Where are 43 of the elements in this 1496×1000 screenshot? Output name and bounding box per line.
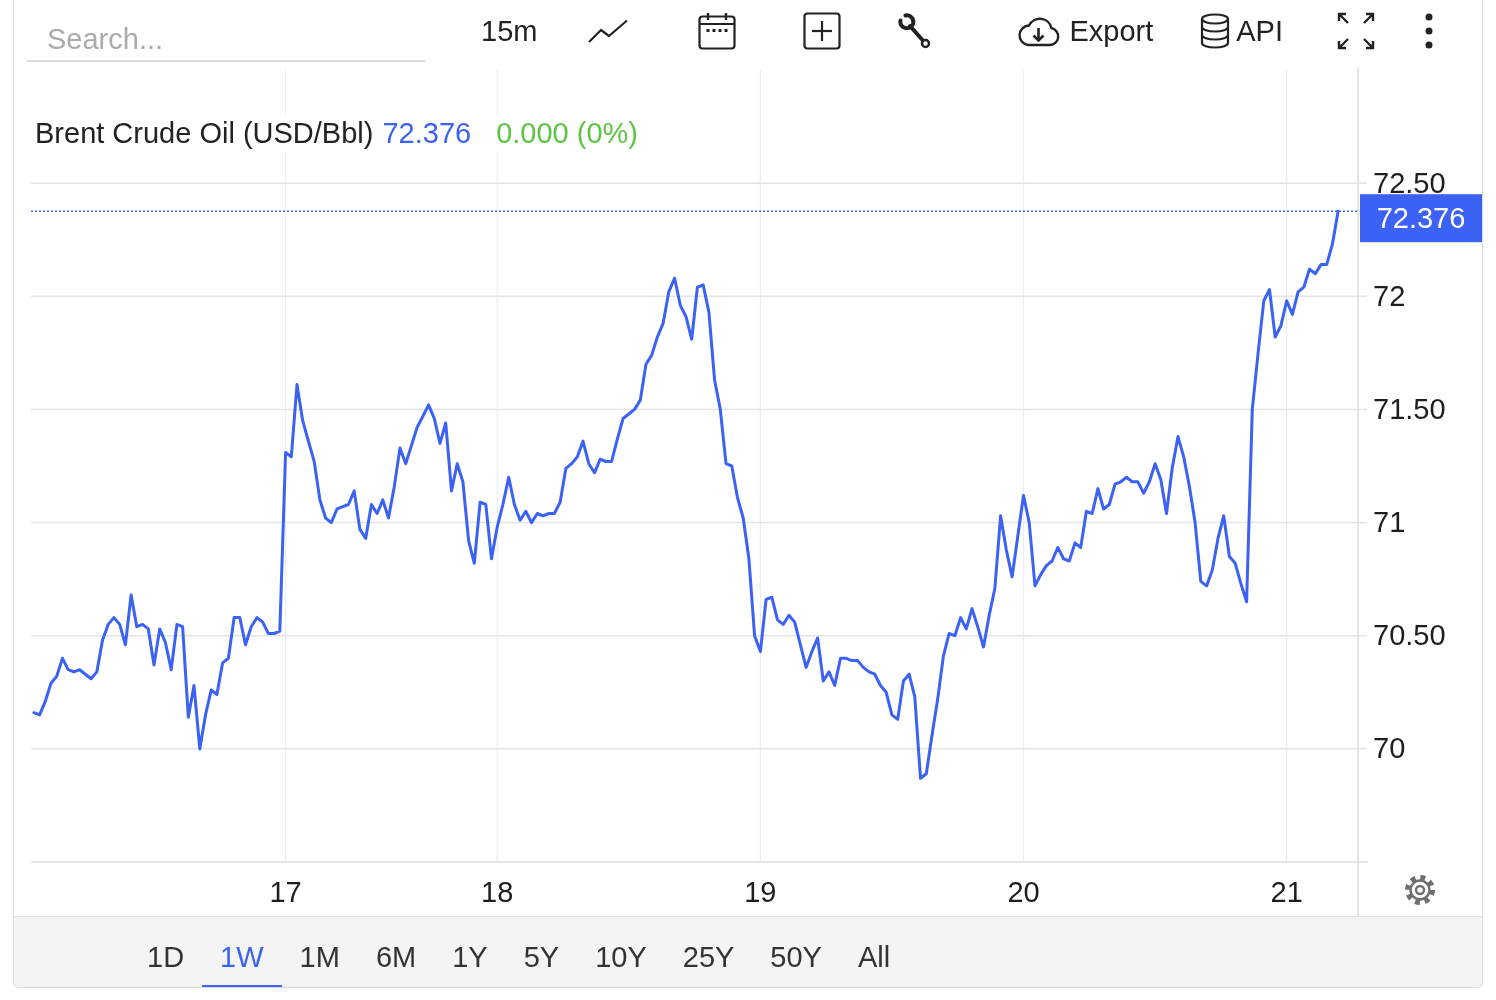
y-axis-label: 70.50 bbox=[1373, 619, 1446, 652]
export-button[interactable]: Export bbox=[1015, 15, 1154, 47]
cloud-download-icon bbox=[1015, 15, 1062, 47]
plus-square-icon bbox=[803, 12, 842, 50]
api-button[interactable]: API bbox=[1200, 13, 1283, 49]
x-axis-label: 17 bbox=[269, 876, 302, 908]
price-change: 0.000 (0%) bbox=[496, 115, 638, 151]
calendar-icon bbox=[698, 12, 737, 50]
tools-button[interactable] bbox=[897, 13, 932, 49]
range-tab[interactable]: 5Y bbox=[505, 917, 578, 987]
chart-type-button[interactable] bbox=[588, 19, 629, 43]
range-tab[interactable]: 25Y bbox=[664, 917, 753, 987]
wrench-icon bbox=[897, 13, 932, 49]
line-chart-icon bbox=[588, 19, 629, 43]
range-tab[interactable]: 1Y bbox=[434, 917, 506, 987]
more-options-icon bbox=[1425, 13, 1433, 49]
y-axis-label: 70 bbox=[1373, 732, 1406, 765]
date-range-button[interactable] bbox=[698, 12, 737, 50]
range-tab[interactable]: 1W bbox=[202, 917, 282, 987]
y-axis-label: 71 bbox=[1373, 506, 1406, 539]
add-indicator-button[interactable] bbox=[803, 12, 842, 50]
range-tab[interactable]: All bbox=[839, 917, 909, 987]
instrument-name: Brent Crude Oil (USD/Bbl) bbox=[35, 115, 374, 151]
more-button[interactable] bbox=[1425, 13, 1433, 49]
range-tab[interactable]: 1M bbox=[281, 917, 358, 987]
x-axis-label: 18 bbox=[481, 876, 514, 908]
range-tab[interactable]: 50Y bbox=[752, 917, 840, 987]
ref-line-label: 72.376 bbox=[1376, 201, 1466, 234]
range-tab[interactable]: 10Y bbox=[577, 917, 665, 987]
settings-icon[interactable] bbox=[1405, 875, 1435, 905]
fullscreen-button[interactable] bbox=[1337, 12, 1375, 50]
database-icon bbox=[1200, 13, 1231, 49]
interval-button[interactable]: 15m bbox=[481, 16, 538, 46]
search-field[interactable]: Search... bbox=[27, 18, 425, 62]
x-axis-label: 20 bbox=[1007, 876, 1040, 908]
y-axis-label: 71.50 bbox=[1373, 392, 1446, 425]
last-price-tag: 72.376 bbox=[1360, 194, 1482, 243]
y-axis-label: 72 bbox=[1373, 279, 1406, 312]
range-tab[interactable]: 1D bbox=[129, 917, 203, 987]
expand-icon bbox=[1337, 12, 1375, 50]
x-axis-label: 19 bbox=[744, 876, 777, 908]
x-axis-label: 21 bbox=[1270, 876, 1303, 908]
range-tab[interactable]: 6M bbox=[357, 917, 435, 987]
